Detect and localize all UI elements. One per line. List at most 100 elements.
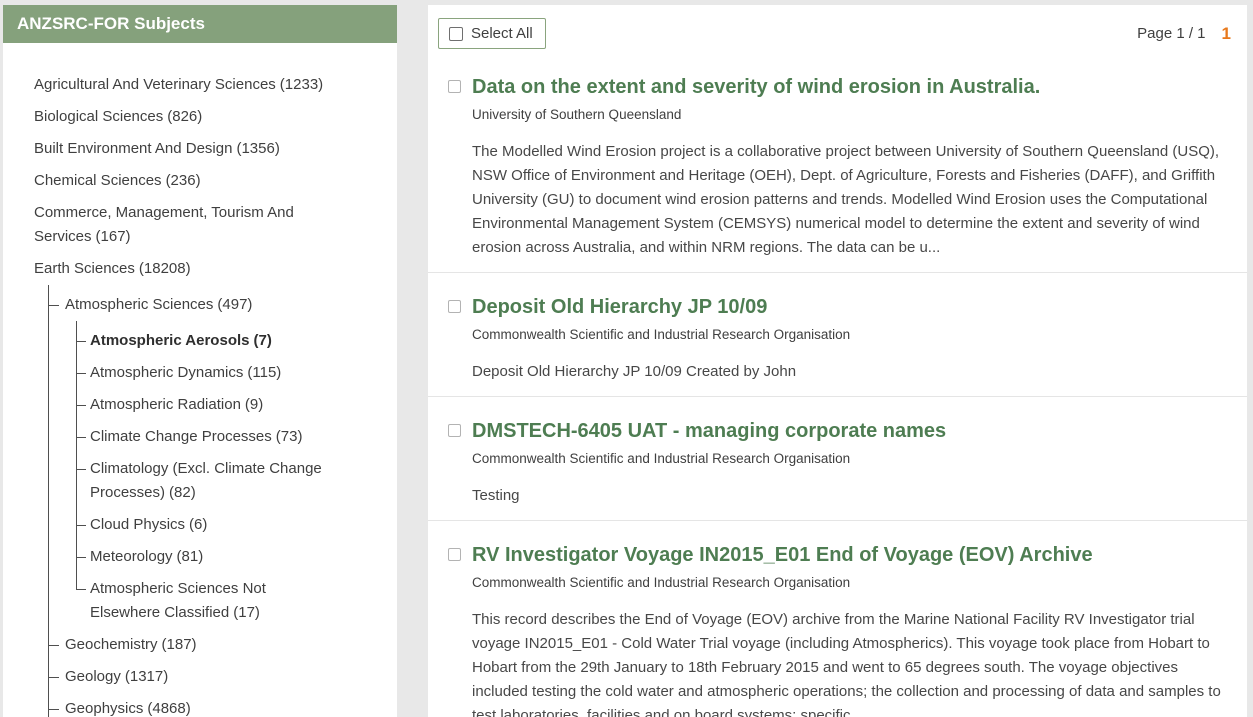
facet-link-meteorology[interactable]: Meteorology(81) (90, 548, 203, 565)
facet-count: (236) (166, 172, 201, 189)
page-number-link[interactable]: 1 (1222, 24, 1231, 44)
result-row: Data on the extent and severity of wind … (428, 53, 1247, 273)
facet-item: Geochemistry(187) (48, 629, 369, 661)
facet-item: Climatology (Excl. Climate Change Proces… (76, 453, 349, 509)
facet-count: (4868) (147, 700, 190, 717)
facet-label: Geophysics (65, 700, 143, 717)
facet-link-built-environment[interactable]: Built Environment And Design(1356) (34, 140, 280, 157)
facet-item: Cloud Physics(6) (76, 509, 349, 541)
page-count-label: Page 1 / 1 (1137, 25, 1205, 42)
facet-link-biological[interactable]: Biological Sciences(826) (34, 108, 202, 125)
facet-item-atmospheric-aerosols-selected: Atmospheric Aerosols(7) (76, 325, 349, 357)
facet-link-atmospheric-sciences[interactable]: Atmospheric Sciences(497) (65, 296, 252, 313)
facet-link-climate-change-processes[interactable]: Climate Change Processes(73) (90, 428, 302, 445)
facet-label: Meteorology (90, 548, 173, 565)
result-organisation: Commonwealth Scientific and Industrial R… (472, 326, 1230, 343)
result-description: Testing (472, 484, 1230, 508)
facet-count: (826) (167, 108, 202, 125)
facet-count: (167) (96, 228, 131, 245)
facet-label: Built Environment And Design (34, 140, 232, 157)
select-all-button[interactable]: Select All (438, 18, 546, 49)
facet-link-atmospheric-radiation[interactable]: Atmospheric Radiation(9) (90, 396, 263, 413)
facet-item: Atmospheric Dynamics(115) (76, 357, 349, 389)
facet-label: Atmospheric Aerosols (90, 332, 250, 349)
pagination: Page 1 / 1 1 (1137, 24, 1231, 44)
facet-link-geochemistry[interactable]: Geochemistry(187) (65, 636, 197, 653)
facet-count: (9) (245, 396, 263, 413)
select-all-label: Select All (471, 25, 533, 42)
result-title-link[interactable]: Data on the extent and severity of wind … (472, 74, 1040, 100)
result-row: DMSTECH-6405 UAT - managing corporate na… (428, 397, 1247, 521)
result-checkbox[interactable] (448, 80, 461, 93)
facet-count: (1317) (125, 668, 168, 685)
facet-item-atmospheric-sciences: Atmospheric Sciences(497) Atmospheric Ae… (48, 289, 369, 629)
facet-link-commerce[interactable]: Commerce, Management, Tourism And Servic… (34, 204, 294, 245)
result-description: The Modelled Wind Erosion project is a c… (472, 140, 1230, 260)
select-all-checkbox-icon[interactable] (449, 27, 463, 41)
facet-label: Atmospheric Sciences (65, 296, 213, 313)
result-checkbox[interactable] (448, 300, 461, 313)
facet-link-atmospheric-nec[interactable]: Atmospheric Sciences Not Elsewhere Class… (90, 580, 266, 621)
facet-count: (82) (169, 484, 196, 501)
facet-item: Built Environment And Design(1356) (34, 133, 397, 165)
result-organisation: Commonwealth Scientific and Industrial R… (472, 450, 1230, 467)
facet-label: Commerce, Management, Tourism And Servic… (34, 204, 294, 245)
result-body: Data on the extent and severity of wind … (472, 74, 1230, 260)
facet-item: Geology(1317) (48, 661, 369, 693)
facet-count: (1233) (280, 76, 323, 93)
facet-link-atmospheric-aerosols[interactable]: Atmospheric Aerosols(7) (90, 332, 272, 349)
facet-label: Geochemistry (65, 636, 158, 653)
anzsrc-for-facet-panel: ANZSRC-FOR Subjects Agricultural And Vet… (3, 5, 397, 717)
facet-count: (6) (189, 516, 207, 533)
result-description: Deposit Old Hierarchy JP 10/09 Created b… (472, 360, 1230, 384)
facet-label: Climate Change Processes (90, 428, 272, 445)
atmospheric-sciences-subtree: Atmospheric Aerosols(7) Atmospheric Dyna… (76, 325, 349, 629)
facet-link-chemical[interactable]: Chemical Sciences(236) (34, 172, 201, 189)
facet-link-atmospheric-dynamics[interactable]: Atmospheric Dynamics(115) (90, 364, 281, 381)
facet-count: (187) (162, 636, 197, 653)
facet-count: (81) (177, 548, 204, 565)
earth-sciences-subtree: Atmospheric Sciences(497) Atmospheric Ae… (48, 289, 369, 717)
facet-link-geophysics[interactable]: Geophysics(4868) (65, 700, 191, 717)
facet-label: Cloud Physics (90, 516, 185, 533)
facet-count: (18208) (139, 260, 191, 277)
facet-count: (17) (233, 604, 260, 621)
facet-count: (1356) (236, 140, 279, 157)
facet-item: Agricultural And Veterinary Sciences(123… (34, 69, 397, 101)
facet-label: Atmospheric Dynamics (90, 364, 243, 381)
result-body: RV Investigator Voyage IN2015_E01 End of… (472, 542, 1230, 717)
facet-count: (115) (247, 364, 281, 381)
subject-facet-list: Agricultural And Veterinary Sciences(123… (3, 43, 397, 717)
facet-item: Atmospheric Sciences Not Elsewhere Class… (76, 573, 349, 629)
facet-label: Earth Sciences (34, 260, 135, 277)
facet-label: Geology (65, 668, 121, 685)
search-results-panel: Select All Page 1 / 1 1 Data on the exte… (428, 5, 1247, 717)
facet-count: (7) (254, 332, 272, 349)
facet-item: Geophysics(4868) (48, 693, 369, 717)
result-row: RV Investigator Voyage IN2015_E01 End of… (428, 521, 1247, 717)
result-title-link[interactable]: RV Investigator Voyage IN2015_E01 End of… (472, 542, 1093, 568)
facet-item: Chemical Sciences(236) (34, 165, 397, 197)
facet-link-agricultural[interactable]: Agricultural And Veterinary Sciences(123… (34, 76, 323, 93)
facet-item-earth-sciences: Earth Sciences(18208) Atmospheric Scienc… (34, 253, 397, 717)
facet-panel-title: ANZSRC-FOR Subjects (3, 5, 397, 43)
facet-item: Biological Sciences(826) (34, 101, 397, 133)
result-checkbox[interactable] (448, 548, 461, 561)
facet-link-climatology[interactable]: Climatology (Excl. Climate Change Proces… (90, 460, 322, 501)
facet-label: Biological Sciences (34, 108, 163, 125)
facet-link-cloud-physics[interactable]: Cloud Physics(6) (90, 516, 207, 533)
facet-link-earth-sciences[interactable]: Earth Sciences(18208) (34, 260, 191, 277)
facet-item: Atmospheric Radiation(9) (76, 389, 349, 421)
facet-label: Atmospheric Radiation (90, 396, 241, 413)
result-title-link[interactable]: Deposit Old Hierarchy JP 10/09 (472, 294, 767, 320)
result-title-link[interactable]: DMSTECH-6405 UAT - managing corporate na… (472, 418, 946, 444)
result-body: Deposit Old Hierarchy JP 10/09 Commonwea… (472, 294, 1230, 384)
facet-item: Meteorology(81) (76, 541, 349, 573)
facet-label: Climatology (Excl. Climate Change Proces… (90, 460, 322, 501)
facet-item: Commerce, Management, Tourism And Servic… (34, 197, 397, 253)
result-body: DMSTECH-6405 UAT - managing corporate na… (472, 418, 1230, 508)
results-toolbar: Select All Page 1 / 1 1 (428, 5, 1247, 53)
facet-link-geology[interactable]: Geology(1317) (65, 668, 168, 685)
facet-label: Agricultural And Veterinary Sciences (34, 76, 276, 93)
result-checkbox[interactable] (448, 424, 461, 437)
